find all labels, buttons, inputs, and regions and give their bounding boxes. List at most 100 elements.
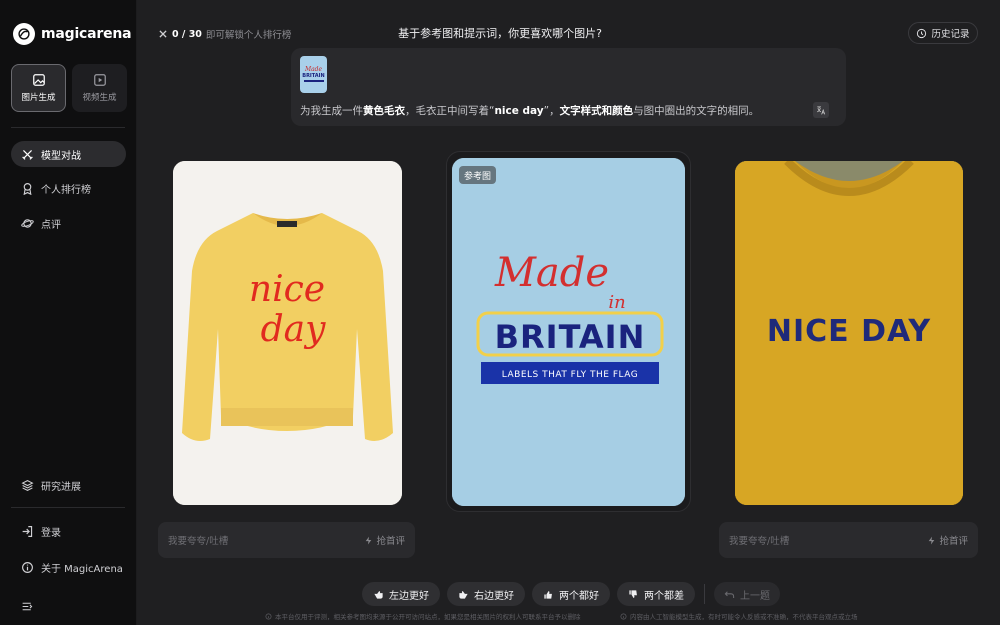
lightning-icon xyxy=(929,536,935,544)
sweater-text: NICE DAY xyxy=(767,314,931,349)
sidebar-item-research[interactable]: 研究进展 xyxy=(11,472,126,498)
sidebar-item-label: 关于 MagicArena xyxy=(41,563,123,575)
sidebar-item-label: 个人排行榜 xyxy=(41,184,91,196)
info-icon xyxy=(620,613,627,619)
disclaimer-text: 内容由人工智能模型生成，有时可能令人反感或不准确，不代表平台观点或立场 xyxy=(630,613,858,621)
history-button[interactable]: 历史记录 xyxy=(908,22,978,44)
vote-left-better-button[interactable]: 左边更好 xyxy=(362,582,440,606)
disclaimer-left: 本平台仅用于评测，相关参考图均来源于公开可访问站点，如果您是相关图片的权利人可联… xyxy=(265,611,581,621)
vote-both-good-button[interactable]: 两个都好 xyxy=(532,582,610,606)
previous-question-button[interactable]: 上一题 xyxy=(714,582,780,606)
sidebar-item-label: 模型对战 xyxy=(41,150,81,162)
first-comment-button[interactable]: 抢首评 xyxy=(364,533,405,547)
prompt-segment: 与图中圈出的文字的相同。 xyxy=(633,105,760,117)
progress-count: 0 / 30 xyxy=(172,28,202,40)
reference-thumbnail[interactable]: Made BRITAIN xyxy=(300,56,327,93)
right-generated-image[interactable]: NICE DAY xyxy=(735,161,963,505)
history-icon xyxy=(917,28,927,38)
thumb-right-icon xyxy=(459,590,468,599)
prompt-segment: ，毛衣正中间写着“ xyxy=(405,105,495,117)
thumb-down-icon xyxy=(629,589,637,598)
prompt-segment: ”， xyxy=(543,105,560,117)
ref-text-britain: BRITAIN xyxy=(495,318,646,356)
double-thumb-up-icon xyxy=(544,590,552,599)
unlock-progress: 0 / 30 即可解锁个人排行榜 xyxy=(158,27,291,41)
layers-icon xyxy=(21,479,34,491)
sidebar-item-personal-ranking[interactable]: 个人排行榜 xyxy=(11,175,126,201)
collapse-icon xyxy=(22,602,33,610)
brand-logo[interactable]: magicarena xyxy=(13,23,132,45)
sidebar-divider xyxy=(11,507,125,508)
vote-both-bad-button[interactable]: 两个都差 xyxy=(617,582,695,606)
brand-name: magicarena xyxy=(41,26,132,42)
undo-icon xyxy=(724,590,735,598)
disclaimer-right: 内容由人工智能模型生成，有时可能令人反感或不准确，不代表平台观点或立场 xyxy=(620,611,858,621)
ref-text-made: Made xyxy=(494,250,609,296)
translate-icon xyxy=(817,106,826,115)
page-question: 基于参考图和提示词，你更喜欢哪个图片? xyxy=(398,27,602,40)
left-comment-input[interactable]: 我要夸夸/吐槽 抢首评 xyxy=(158,522,415,558)
ref-text-in: in xyxy=(608,292,625,313)
info-icon xyxy=(22,561,33,573)
sidebar-collapse-button[interactable] xyxy=(11,593,41,619)
translate-button[interactable] xyxy=(813,102,829,118)
first-comment-label: 抢首评 xyxy=(939,536,968,547)
login-icon xyxy=(22,525,33,537)
progress-text: 即可解锁个人排行榜 xyxy=(205,30,292,41)
vote-label: 左边更好 xyxy=(389,590,429,602)
vote-right-better-button[interactable]: 右边更好 xyxy=(447,582,525,606)
right-comment-input[interactable]: 我要夸夸/吐槽 抢首评 xyxy=(719,522,978,558)
disclaimer-text: 本平台仅用于评测，相关参考图均来源于公开可访问站点，如果您是相关图片的权利人可联… xyxy=(275,613,581,621)
video-icon xyxy=(93,74,106,86)
mode-label: 视频生成 xyxy=(82,93,117,103)
lightning-icon xyxy=(366,536,372,544)
sidebar-item-label: 登录 xyxy=(41,527,61,539)
battle-icon xyxy=(22,149,33,160)
left-generated-image[interactable]: nice day xyxy=(173,161,402,505)
history-label: 历史记录 xyxy=(931,29,970,40)
vote-divider xyxy=(704,584,705,604)
prompt-segment-bold: 文字样式和颜色 xyxy=(559,105,634,117)
reference-illustration: Made in BRITAIN LABELS THAT FLY THE FLAG xyxy=(452,158,685,506)
comment-placeholder: 我要夸夸/吐槽 xyxy=(729,536,790,547)
vote-label: 两个都好 xyxy=(559,590,599,602)
sweater-closeup-illustration: NICE DAY xyxy=(735,161,963,505)
first-comment-button[interactable]: 抢首评 xyxy=(927,533,968,547)
sidebar-item-about[interactable]: 关于 MagicArena xyxy=(11,554,126,580)
reference-image[interactable]: Made in BRITAIN LABELS THAT FLY THE FLAG xyxy=(452,158,685,506)
sidebar: magicarena 图片生成 视频生成 模型对战 个人排行榜 点评 研究进展 … xyxy=(0,0,137,625)
battle-icon xyxy=(159,30,167,38)
prompt-text: 为我生成一件黄色毛衣，毛衣正中间写着“nice day”，文字样式和颜色与图中圈… xyxy=(300,103,759,118)
vote-label: 上一题 xyxy=(740,590,770,602)
sidebar-item-model-battle[interactable]: 模型对战 xyxy=(11,141,126,167)
prompt-segment-bold: 黄色毛衣 xyxy=(363,105,405,117)
mode-video-generation[interactable]: 视频生成 xyxy=(72,64,127,112)
info-icon xyxy=(265,613,272,619)
image-icon xyxy=(32,74,45,86)
mode-image-generation[interactable]: 图片生成 xyxy=(11,64,66,112)
thumb-ribbon xyxy=(303,80,324,82)
sidebar-divider xyxy=(11,127,125,128)
mode-label: 图片生成 xyxy=(21,93,56,103)
vote-label: 右边更好 xyxy=(474,590,514,602)
sweater-text-line2: day xyxy=(261,309,327,350)
ranking-icon xyxy=(23,182,32,195)
mode-switcher: 图片生成 视频生成 xyxy=(11,64,127,112)
prompt-segment: 为我生成一件 xyxy=(300,105,363,117)
ref-ribbon-text: LABELS THAT FLY THE FLAG xyxy=(502,370,638,380)
sidebar-item-label: 研究进展 xyxy=(41,481,81,493)
thumb-text: BRITAIN xyxy=(302,73,325,79)
app-root: magicarena 图片生成 视频生成 模型对战 个人排行榜 点评 研究进展 … xyxy=(0,0,1000,625)
vote-label: 两个都差 xyxy=(644,590,684,602)
planet-icon xyxy=(21,218,34,228)
sidebar-item-label: 点评 xyxy=(41,219,61,231)
sweater-illustration: nice day xyxy=(173,161,402,505)
reference-badge: 参考图 xyxy=(459,166,497,184)
sweater-text-line1: nice xyxy=(249,269,325,310)
logo-mark-icon xyxy=(13,23,35,45)
prompt-segment-bold: nice day xyxy=(494,105,544,117)
sidebar-item-review[interactable]: 点评 xyxy=(11,210,126,236)
first-comment-label: 抢首评 xyxy=(376,536,405,547)
comment-placeholder: 我要夸夸/吐槽 xyxy=(168,536,229,547)
sidebar-item-login[interactable]: 登录 xyxy=(11,518,126,544)
